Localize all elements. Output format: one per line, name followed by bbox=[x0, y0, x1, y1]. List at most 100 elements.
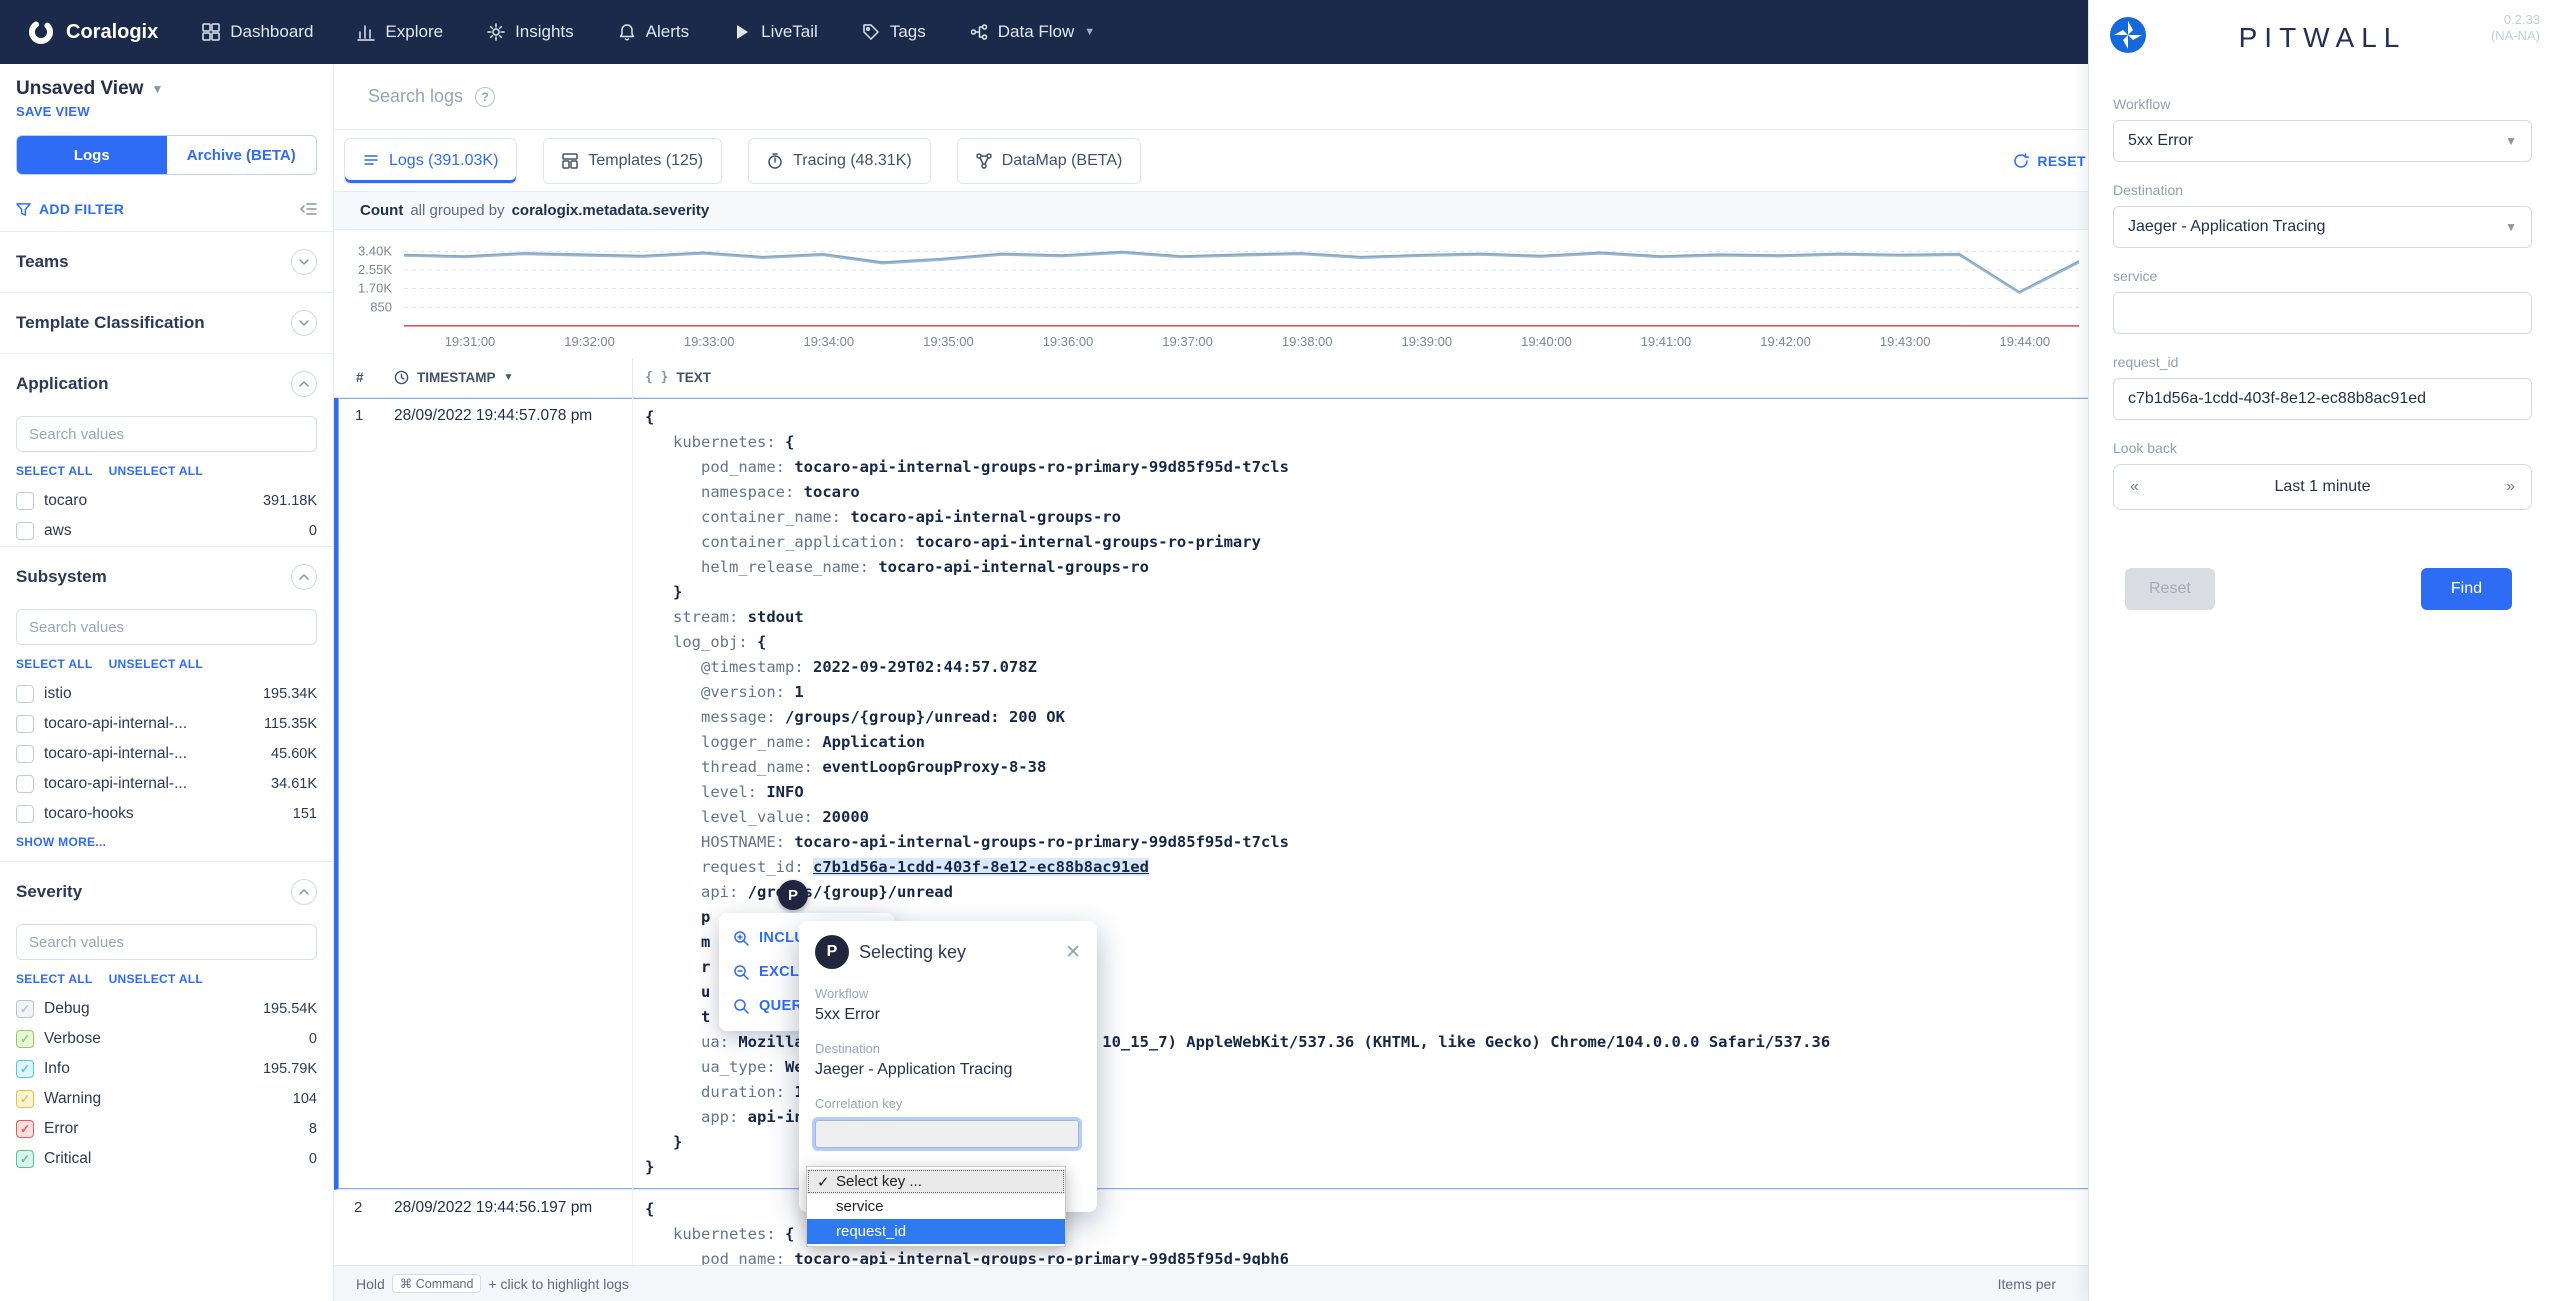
unselect-all-link[interactable]: UNSELECT ALL bbox=[109, 657, 204, 671]
checkbox[interactable]: ✓ bbox=[16, 1000, 34, 1018]
close-icon[interactable]: ✕ bbox=[1065, 941, 1081, 964]
filter-item-tocaro[interactable]: tocaro391.18K bbox=[0, 486, 333, 516]
log-value: tocaro-api-internal-groups-ro bbox=[878, 558, 1149, 576]
filter-item-warning[interactable]: ✓Warning104 bbox=[0, 1084, 333, 1114]
help-icon[interactable]: ? bbox=[475, 87, 495, 107]
toggle-archive[interactable]: Archive (BETA) bbox=[167, 136, 317, 174]
coralogix-brand[interactable]: Coralogix bbox=[28, 19, 158, 45]
option-service[interactable]: service bbox=[807, 1194, 1065, 1219]
chevron-down-icon[interactable] bbox=[291, 249, 317, 275]
search-values-input[interactable]: Search values bbox=[16, 924, 317, 960]
sidebar-section-template-classification[interactable]: Template Classification bbox=[0, 292, 333, 353]
sort-caret-icon[interactable]: ▼ bbox=[504, 372, 514, 383]
section-title: Severity bbox=[16, 882, 82, 902]
toggle-logs[interactable]: Logs bbox=[17, 136, 167, 174]
filter-item-tocaro-api-internal[interactable]: tocaro-api-internal-...115.35K bbox=[0, 709, 333, 739]
modal-workflow-value: 5xx Error bbox=[815, 1006, 1081, 1024]
search-values-input[interactable]: Search values bbox=[16, 416, 317, 452]
filter-item-info[interactable]: ✓Info195.79K bbox=[0, 1054, 333, 1084]
nav-item-explore[interactable]: Explore bbox=[357, 22, 443, 42]
items-per-page-label[interactable]: Items per bbox=[1998, 1276, 2056, 1292]
filter-item-count: 151 bbox=[293, 806, 317, 822]
log-value: tocaro-api-internal-groups-ro-primary-99… bbox=[794, 1250, 1289, 1265]
filter-item-aws[interactable]: aws0 bbox=[0, 516, 333, 546]
sidebar-section-severity[interactable]: Severity bbox=[0, 861, 333, 922]
search-values-input[interactable]: Search values bbox=[16, 609, 317, 645]
sidebar-section-subsystem[interactable]: Subsystem bbox=[0, 546, 333, 607]
checkbox[interactable] bbox=[16, 775, 34, 793]
checkbox[interactable] bbox=[16, 492, 34, 510]
save-view-link[interactable]: SAVE VIEW bbox=[0, 102, 333, 125]
filter-item-error[interactable]: ✓Error8 bbox=[0, 1114, 333, 1144]
sidebar-section-teams[interactable]: Teams bbox=[0, 232, 333, 292]
column-header-num[interactable]: # bbox=[334, 370, 394, 385]
nav-item-alerts[interactable]: Alerts bbox=[618, 22, 689, 42]
checkbox[interactable]: ✓ bbox=[16, 1060, 34, 1078]
checkbox[interactable] bbox=[16, 685, 34, 703]
log-key: helm_release_name: bbox=[701, 558, 878, 576]
collapse-sidebar-icon[interactable] bbox=[300, 201, 317, 217]
nav-item-data-flow[interactable]: Data Flow▼ bbox=[970, 22, 1095, 42]
select-all-link[interactable]: SELECT ALL bbox=[16, 972, 93, 986]
unselect-all-link[interactable]: UNSELECT ALL bbox=[109, 464, 204, 478]
request-id-input[interactable]: c7b1d56a-1cdd-403f-8e12-ec88b8ac91ed bbox=[2113, 378, 2532, 420]
filter-item-label: tocaro-api-internal-... bbox=[44, 775, 187, 793]
checkbox[interactable]: ✓ bbox=[16, 1120, 34, 1138]
lookback-prev-icon[interactable]: « bbox=[2130, 478, 2139, 496]
filter-item-count: 0 bbox=[309, 1151, 317, 1167]
tab-tracing-48-31k[interactable]: Tracing (48.31K) bbox=[748, 138, 931, 184]
check-icon: ✓ bbox=[20, 1033, 30, 1045]
filter-item-tocaro-api-internal[interactable]: tocaro-api-internal-...34.61K bbox=[0, 769, 333, 799]
workflow-select[interactable]: 5xx Error ▼ bbox=[2113, 120, 2532, 162]
log-value: stdout bbox=[748, 608, 804, 626]
checkbox[interactable] bbox=[16, 745, 34, 763]
column-header-timestamp[interactable]: TIMESTAMP ▼ bbox=[394, 370, 632, 385]
checkbox[interactable]: ✓ bbox=[16, 1030, 34, 1048]
filter-item-tocaro-hooks[interactable]: tocaro-hooks151 bbox=[0, 799, 333, 829]
chevron-down-icon[interactable] bbox=[291, 310, 317, 336]
nav-item-label: Tags bbox=[890, 22, 926, 42]
filter-item-verbose[interactable]: ✓Verbose0 bbox=[0, 1024, 333, 1054]
lookback-next-icon[interactable]: » bbox=[2506, 478, 2515, 496]
select-all-link[interactable]: SELECT ALL bbox=[16, 464, 93, 478]
pitwall-inline-chip[interactable]: P bbox=[778, 880, 808, 910]
add-filter-button[interactable]: ADD FILTER bbox=[16, 201, 124, 217]
destination-select[interactable]: Jaeger - Application Tracing ▼ bbox=[2113, 206, 2532, 248]
checkbox[interactable] bbox=[16, 522, 34, 540]
show-more-link[interactable]: SHOW MORE... bbox=[0, 829, 333, 861]
check-icon: ✓ bbox=[20, 1153, 30, 1165]
unselect-all-link[interactable]: UNSELECT ALL bbox=[109, 972, 204, 986]
select-all-link[interactable]: SELECT ALL bbox=[16, 657, 93, 671]
filter-item-debug[interactable]: ✓Debug195.54K bbox=[0, 994, 333, 1024]
correlation-key-select[interactable] bbox=[815, 1120, 1079, 1148]
find-button[interactable]: Find bbox=[2421, 568, 2512, 610]
checkbox[interactable]: ✓ bbox=[16, 1090, 34, 1108]
filter-item-tocaro-api-internal[interactable]: tocaro-api-internal-...45.60K bbox=[0, 739, 333, 769]
row-timestamp: 28/09/2022 19:44:57.078 pm bbox=[394, 398, 632, 1189]
filter-item-critical[interactable]: ✓Critical0 bbox=[0, 1144, 333, 1174]
chevron-up-icon[interactable] bbox=[291, 564, 317, 590]
sidebar-section-application[interactable]: Application bbox=[0, 353, 333, 414]
filter-item-count: 391.18K bbox=[263, 493, 317, 509]
checkbox[interactable] bbox=[16, 805, 34, 823]
option-select-key[interactable]: ✓Select key ... bbox=[807, 1169, 1065, 1194]
option-request-id[interactable]: request_id bbox=[807, 1219, 1065, 1244]
nav-item-insights[interactable]: Insights bbox=[487, 22, 574, 42]
checkbox[interactable] bbox=[16, 715, 34, 733]
view-selector[interactable]: Unsaved View ▼ bbox=[0, 64, 333, 102]
service-input[interactable] bbox=[2113, 292, 2532, 334]
highlighted-log-value[interactable]: c7b1d56a-1cdd-403f-8e12-ec88b8ac91ed bbox=[813, 858, 1149, 876]
tab-templates-125[interactable]: Templates (125) bbox=[543, 138, 722, 184]
checkbox[interactable]: ✓ bbox=[16, 1150, 34, 1168]
nav-item-tags[interactable]: Tags bbox=[862, 22, 926, 42]
nav-item-dashboard[interactable]: Dashboard bbox=[202, 22, 313, 42]
tab-logs-391-03k[interactable]: Logs (391.03K) bbox=[344, 138, 517, 184]
chevron-up-icon[interactable] bbox=[291, 371, 317, 397]
panel-reset-button[interactable]: Reset bbox=[2125, 568, 2215, 610]
tab-label: Tracing (48.31K) bbox=[793, 152, 912, 170]
tab-datamap-beta[interactable]: DataMap (BETA) bbox=[957, 138, 1142, 184]
nav-item-livetail[interactable]: LiveTail bbox=[733, 22, 818, 42]
reset-button[interactable]: RESET bbox=[2013, 153, 2086, 169]
filter-item-istio[interactable]: istio195.34K bbox=[0, 679, 333, 709]
chevron-up-icon[interactable] bbox=[291, 879, 317, 905]
